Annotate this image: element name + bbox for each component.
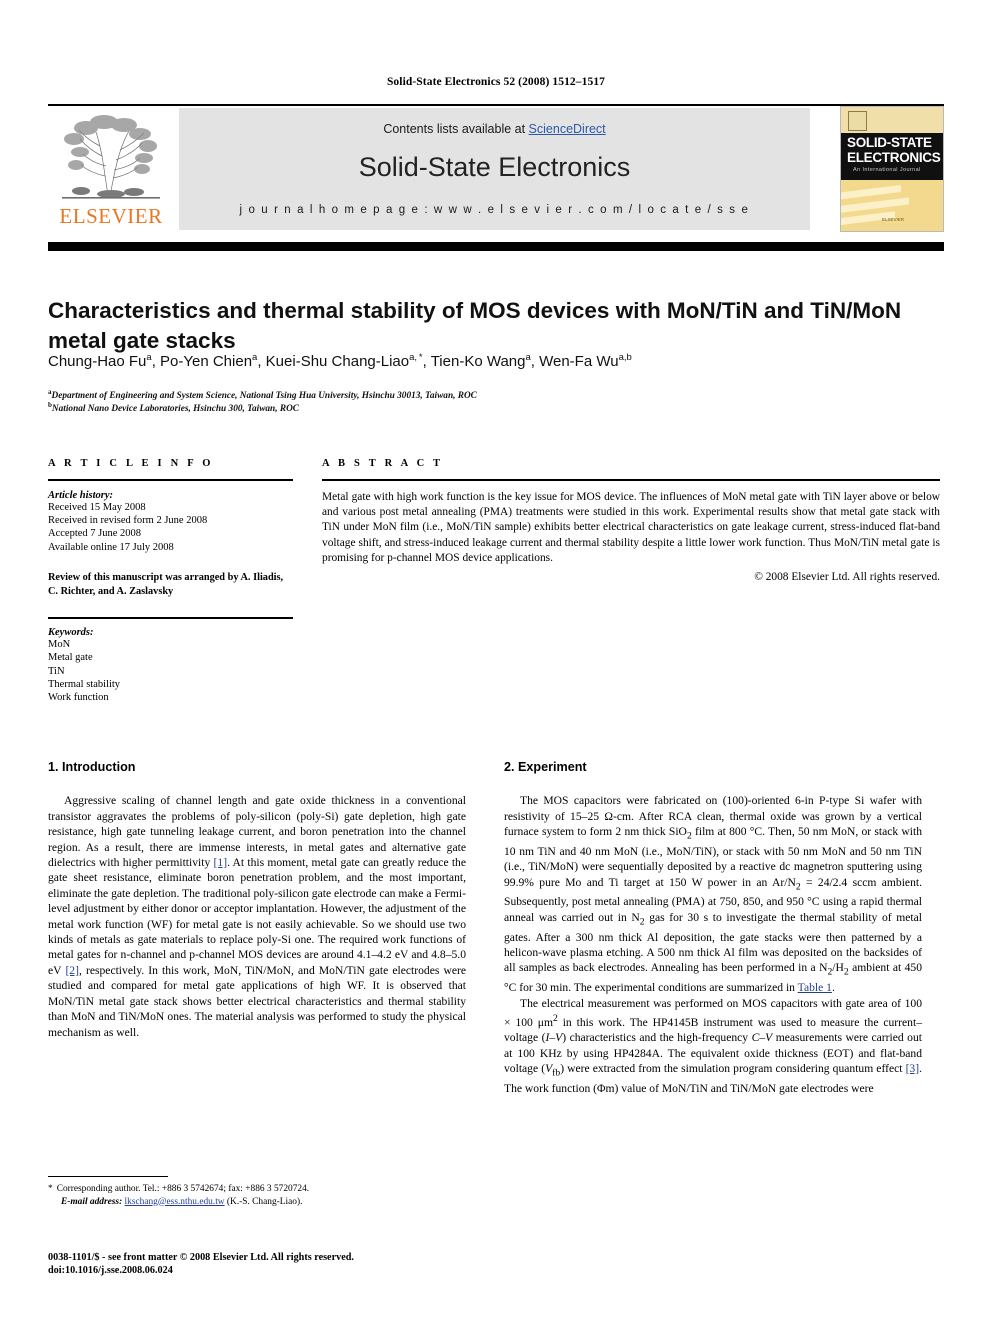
exp2-text-e: ) were extracted from the simulation pro… xyxy=(560,1062,906,1076)
keyword-item: TiN xyxy=(48,665,65,677)
footnote-rule xyxy=(48,1176,168,1178)
keyword-item: MoN xyxy=(48,638,71,650)
journal-title: Solid-State Electronics xyxy=(358,152,631,182)
article-info-rule xyxy=(48,479,293,481)
footnote-line-1: * Corresponding author. Tel.: +886 3 5742… xyxy=(48,1183,468,1196)
article-info-column: A R T I C L E I N F O Article history: R… xyxy=(48,458,293,705)
doi-line: doi:10.1016/j.sse.2008.06.024 xyxy=(48,1265,173,1277)
contents-available-line: Contents lists available at ScienceDirec… xyxy=(179,122,810,136)
citation-ref-3[interactable]: [3] xyxy=(906,1062,920,1075)
abstract-rule xyxy=(322,479,940,481)
exp2-text-c: ) characteristics and the high-frequency xyxy=(562,1031,752,1045)
affiliation-b-text: National Nano Device Laboratories, Hsinc… xyxy=(51,404,299,415)
exp-text-e: /H xyxy=(832,961,844,975)
introduction-paragraph: Aggressive scaling of channel length and… xyxy=(48,793,466,1040)
intro-text-b: . At this moment, metal gate can greatly… xyxy=(48,856,466,977)
abstract-copyright: © 2008 Elsevier Ltd. All rights reserved… xyxy=(754,570,940,583)
article-info-heading: A R T I C L E I N F O xyxy=(48,458,214,469)
cv-italic: C–V xyxy=(751,1031,773,1045)
cover-title-line2: ELECTRONICS xyxy=(847,150,941,165)
article-history-label: Article history: xyxy=(48,489,114,501)
review-arranged-note: Review of this manuscript was arranged b… xyxy=(48,572,284,597)
keyword-item: Work function xyxy=(48,692,109,704)
body-column-right: 2. Experiment The MOS capacitors were fa… xyxy=(504,760,922,1096)
elsevier-logo: ELSEVIER xyxy=(48,108,174,232)
section-heading-experiment: 2. Experiment xyxy=(504,760,587,774)
exp-text-g: . xyxy=(831,981,835,995)
page-title: Characteristics and thermal stability of… xyxy=(48,298,902,354)
keyword-item: Thermal stability xyxy=(48,679,121,691)
citation-ref-2[interactable]: [2] xyxy=(65,964,79,977)
history-item: Received 15 May 2008 xyxy=(48,501,146,513)
experiment-paragraph-2: The electrical measurement was performed… xyxy=(504,996,922,1097)
abstract-heading: A B S T R A C T xyxy=(322,458,444,469)
issn-line: 0038-1101/$ - see front matter © 2008 El… xyxy=(48,1252,354,1263)
email-link[interactable]: lkschang@ess.nthu.edu.tw xyxy=(125,1197,225,1207)
abstract-text: Metal gate with high work function is th… xyxy=(322,490,940,565)
cover-title-line1: SOLID-STATE xyxy=(847,135,932,150)
elsevier-tree-icon xyxy=(62,115,160,199)
keyword-item: Metal gate xyxy=(48,652,93,664)
email-owner: (K.-S. Chang-Liao). xyxy=(226,1196,303,1207)
header-black-bar xyxy=(48,242,944,251)
history-item: Accepted 7 June 2008 xyxy=(48,528,142,540)
asterisk-icon: * xyxy=(48,1184,53,1194)
issn-doi-block: 0038-1101/$ - see front matter © 2008 El… xyxy=(48,1251,508,1278)
corresponding-author-text: Corresponding author. Tel.: +886 3 57426… xyxy=(56,1184,310,1194)
cover-elsevier-mark-icon xyxy=(848,111,867,131)
cover-footer-text: ELSEVIER xyxy=(881,217,904,222)
section-heading-introduction: 1. Introduction xyxy=(48,760,136,774)
journal-homepage[interactable]: j o u r n a l h o m e p a g e : w w w . … xyxy=(179,204,810,216)
elsevier-wordmark: ELSEVIER xyxy=(59,204,163,228)
experiment-paragraph-1: The MOS capacitors were fabricated on (1… xyxy=(504,793,922,995)
author-list: Chung-Hao Fua, Po-Yen Chiena, Kuei-Shu C… xyxy=(48,352,632,370)
cover-subtitle: An International Journal xyxy=(853,167,921,173)
abstract-column: A B S T R A C T Metal gate with high wor… xyxy=(322,458,940,583)
sciencedirect-link[interactable]: ScienceDirect xyxy=(529,122,606,136)
journal-cover-thumbnail: SOLID-STATE ELECTRONICS An International… xyxy=(840,106,944,232)
history-item: Received in revised form 2 June 2008 xyxy=(48,515,208,526)
iv-italic: I–V xyxy=(545,1031,563,1045)
contents-prefix-text: Contents lists available at xyxy=(383,122,529,136)
journal-header-band: ELSEVIER Contents lists available at Sci… xyxy=(48,106,944,232)
intro-text-c: , respectively. In this work, MoN, TiN/M… xyxy=(48,963,466,1039)
vfb-subscript: fb xyxy=(552,1067,561,1079)
paper-page: Solid-State Electronics 52 (2008) 1512–1… xyxy=(0,0,992,1323)
running-head: Solid-State Electronics 52 (2008) 1512–1… xyxy=(386,76,606,88)
affiliation-b: bNational Nano Device Laboratories, Hsin… xyxy=(48,401,299,415)
email-label: E-mail address: xyxy=(61,1196,123,1207)
keywords-rule xyxy=(48,617,293,619)
journal-info-panel: Contents lists available at ScienceDirec… xyxy=(179,108,810,230)
footnote-line-2: E-mail address: lkschang@ess.nthu.edu.tw… xyxy=(48,1196,468,1209)
table-1-link[interactable]: Table 1 xyxy=(798,981,832,994)
history-item: Available online 17 July 2008 xyxy=(48,541,174,553)
citation-ref-1[interactable]: [1] xyxy=(214,856,228,869)
corresponding-author-footnote: * Corresponding author. Tel.: +886 3 5742… xyxy=(48,1183,468,1208)
body-column-left: 1. Introduction Aggressive scaling of ch… xyxy=(48,760,466,1040)
keywords-label: Keywords: xyxy=(48,626,94,638)
